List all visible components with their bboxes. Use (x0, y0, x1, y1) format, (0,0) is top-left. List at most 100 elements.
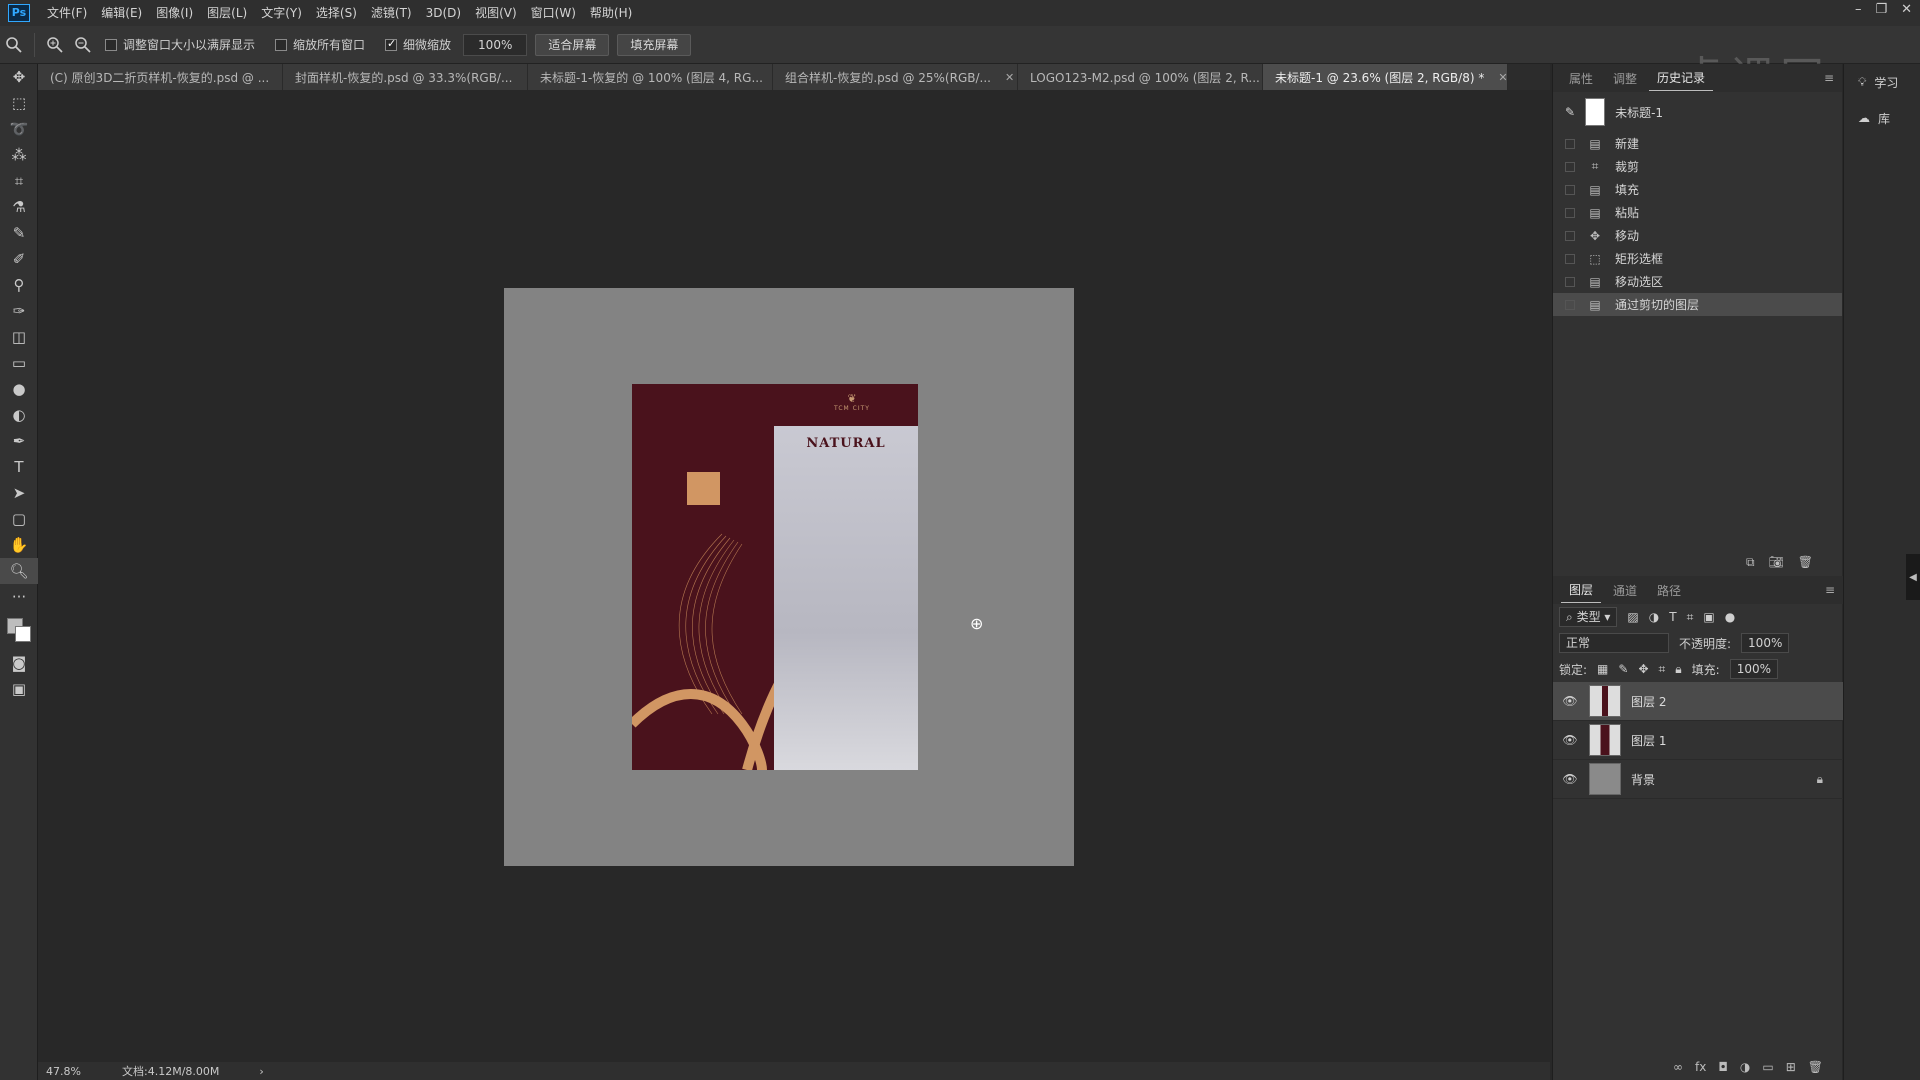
document-tab[interactable]: 封面样机-恢复的.psd @ 33.3%(RGB/...✕ (283, 64, 528, 90)
chevron-right-icon[interactable]: › (259, 1065, 263, 1078)
move-tool-icon[interactable]: ✥ (0, 64, 38, 90)
type-tool-icon[interactable]: T (0, 454, 38, 480)
panel-menu-icon[interactable]: ≡ (1825, 583, 1835, 597)
pixel-filter-icon[interactable]: ▨ (1627, 610, 1638, 624)
history-item-active[interactable]: ▤ 通过剪切的图层 (1553, 293, 1842, 316)
quick-mask-icon[interactable]: ◙ (0, 650, 38, 676)
resize-windows-checkbox[interactable]: 调整窗口大小以满屏显示 (105, 36, 255, 53)
canvas-area[interactable]: ❦ TCM CITY NATURAL ⊕ (38, 90, 1538, 1062)
zoom-in-icon[interactable] (41, 31, 69, 59)
eraser-tool-icon[interactable]: ◫ (0, 324, 38, 350)
new-layer-icon[interactable]: ⊞ (1786, 1060, 1796, 1074)
shape-tool-icon[interactable]: ▢ (0, 506, 38, 532)
learn-panel-button[interactable]: 💡︎ 学习 (1844, 64, 1920, 100)
gradient-tool-icon[interactable]: ▭ (0, 350, 38, 376)
document-tab-active[interactable]: 未标题-1 @ 23.6% (图层 2, RGB/8) * ✕ (1263, 64, 1508, 90)
brush-tool-icon[interactable]: ✐ (0, 246, 38, 272)
eye-icon[interactable]: 👁︎ (1561, 733, 1579, 747)
close-icon[interactable]: ✕ (1498, 71, 1507, 84)
layer-row-active[interactable]: 👁︎ 图层 2 (1553, 682, 1843, 721)
history-item[interactable]: ▤ 新建 (1553, 132, 1842, 155)
eye-icon[interactable]: 👁︎ (1561, 694, 1579, 708)
zoom-all-windows-checkbox[interactable]: 缩放所有窗口 (275, 36, 365, 53)
library-panel-button[interactable]: ☁ 库 (1844, 100, 1920, 136)
zoom-level[interactable]: 47.8% (38, 1065, 98, 1078)
history-item[interactable]: ⬚ 矩形选框 (1553, 247, 1842, 270)
zoom-percent-field[interactable]: 100% (463, 33, 528, 56)
document-tab[interactable]: 未标题-1-恢复的 @ 100% (图层 4, RG...✕ (528, 64, 773, 90)
zoom-tool-icon[interactable]: 🔍︎ (0, 558, 38, 584)
type-filter-icon[interactable]: T (1669, 610, 1676, 624)
tab-layers[interactable]: 图层 (1561, 577, 1602, 603)
tab-adjustments[interactable]: 调整 (1605, 66, 1645, 91)
layer-row[interactable]: 👁︎ 图层 1 (1553, 721, 1843, 760)
checkbox[interactable] (1565, 138, 1575, 149)
menu-edit[interactable]: 编辑(E) (94, 0, 149, 26)
restore-icon[interactable]: ❐ (1875, 0, 1887, 20)
shape-filter-icon[interactable]: ⌗ (1687, 610, 1694, 625)
close-icon[interactable]: ✕ (1005, 71, 1014, 84)
document-tab[interactable]: 组合样机-恢复的.psd @ 25%(RGB/... ✕ (773, 64, 1018, 90)
magic-wand-tool-icon[interactable]: ⁂ (0, 142, 38, 168)
pen-tool-icon[interactable]: ✒ (0, 428, 38, 454)
link-icon[interactable]: ∞ (1673, 1060, 1683, 1074)
menu-select[interactable]: 选择(S) (309, 0, 364, 26)
trash-icon[interactable]: 🗑︎ (1808, 1060, 1823, 1074)
history-item[interactable]: ▤ 移动选区 (1553, 270, 1842, 293)
lock-transparent-icon[interactable]: ▦ (1597, 662, 1608, 676)
menu-help[interactable]: 帮助(H) (583, 0, 639, 26)
collapse-panel-icon[interactable]: ◀ (1906, 554, 1920, 600)
marquee-tool-icon[interactable]: ⬚ (0, 90, 38, 116)
adjustment-layer-icon[interactable]: ◑ (1740, 1060, 1750, 1074)
checkbox-box[interactable] (105, 38, 117, 51)
opacity-field[interactable]: 100% (1741, 633, 1790, 653)
lock-artboard-icon[interactable]: ⌗ (1659, 662, 1666, 677)
ps-logo[interactable]: Ps (8, 4, 30, 22)
mask-icon[interactable]: ◘ (1718, 1060, 1728, 1074)
document-tab[interactable]: (C) 原创3D二折页样机-恢复的.psd @ ...✕ (38, 64, 283, 90)
lock-all-icon[interactable]: 🔒︎ (1675, 662, 1681, 677)
history-brush-tool-icon[interactable]: ✑ (0, 298, 38, 324)
history-item[interactable]: ▤ 填充 (1553, 178, 1842, 201)
fit-screen-button[interactable]: 适合屏幕 (535, 33, 610, 56)
document-canvas[interactable]: ❦ TCM CITY NATURAL (504, 288, 1074, 866)
dodge-tool-icon[interactable]: ◐ (0, 402, 38, 428)
clone-stamp-tool-icon[interactable]: ⚲ (0, 272, 38, 298)
tab-channels[interactable]: 通道 (1605, 578, 1645, 603)
menu-type[interactable]: 文字(Y) (254, 0, 309, 26)
menu-view[interactable]: 视图(V) (468, 0, 524, 26)
adjustment-filter-icon[interactable]: ◑ (1649, 610, 1659, 624)
checkbox[interactable] (1565, 161, 1575, 172)
checkbox-box-checked[interactable] (385, 37, 398, 51)
tab-properties[interactable]: 属性 (1561, 66, 1601, 91)
minimize-icon[interactable]: – (1855, 0, 1862, 20)
layer-filter-select[interactable]: ⌕ 类型 ▾ (1559, 607, 1618, 627)
menu-window[interactable]: 窗口(W) (524, 0, 583, 26)
path-selection-tool-icon[interactable]: ➤ (0, 480, 38, 506)
history-snapshot[interactable]: ✎ 未标题-1 (1553, 92, 1842, 132)
lasso-tool-icon[interactable]: ➰ (0, 116, 38, 142)
folder-icon[interactable]: ▭ (1762, 1060, 1773, 1074)
menu-filter[interactable]: 滤镜(T) (364, 0, 419, 26)
zoom-tool-preset-icon[interactable] (0, 31, 28, 59)
crop-tool-icon[interactable]: ⌗ (0, 168, 38, 194)
trash-icon[interactable]: 🗑︎ (1798, 555, 1813, 569)
filter-toggle-icon[interactable]: ● (1725, 610, 1735, 624)
blur-tool-icon[interactable]: ● (0, 376, 38, 402)
blend-mode-select[interactable]: 正常 (1559, 633, 1669, 653)
hand-tool-icon[interactable]: ✋ (0, 532, 38, 558)
menu-image[interactable]: 图像(I) (149, 0, 200, 26)
background-color-swatch[interactable] (15, 626, 31, 642)
checkbox[interactable] (1565, 276, 1575, 287)
checkbox-box[interactable] (275, 38, 288, 51)
fx-icon[interactable]: fx (1695, 1060, 1706, 1074)
history-item[interactable]: ⌗ 裁剪 (1553, 155, 1842, 178)
checkbox[interactable] (1565, 184, 1575, 195)
menu-3d[interactable]: 3D(D) (419, 0, 468, 26)
history-item[interactable]: ▤ 粘贴 (1553, 201, 1842, 224)
menu-layer[interactable]: 图层(L) (200, 0, 254, 26)
fill-field[interactable]: 100% (1729, 659, 1779, 679)
checkbox[interactable] (1565, 299, 1575, 310)
fill-screen-button[interactable]: 填充屏幕 (617, 33, 692, 56)
more-tools-icon[interactable]: ··· (0, 584, 38, 610)
